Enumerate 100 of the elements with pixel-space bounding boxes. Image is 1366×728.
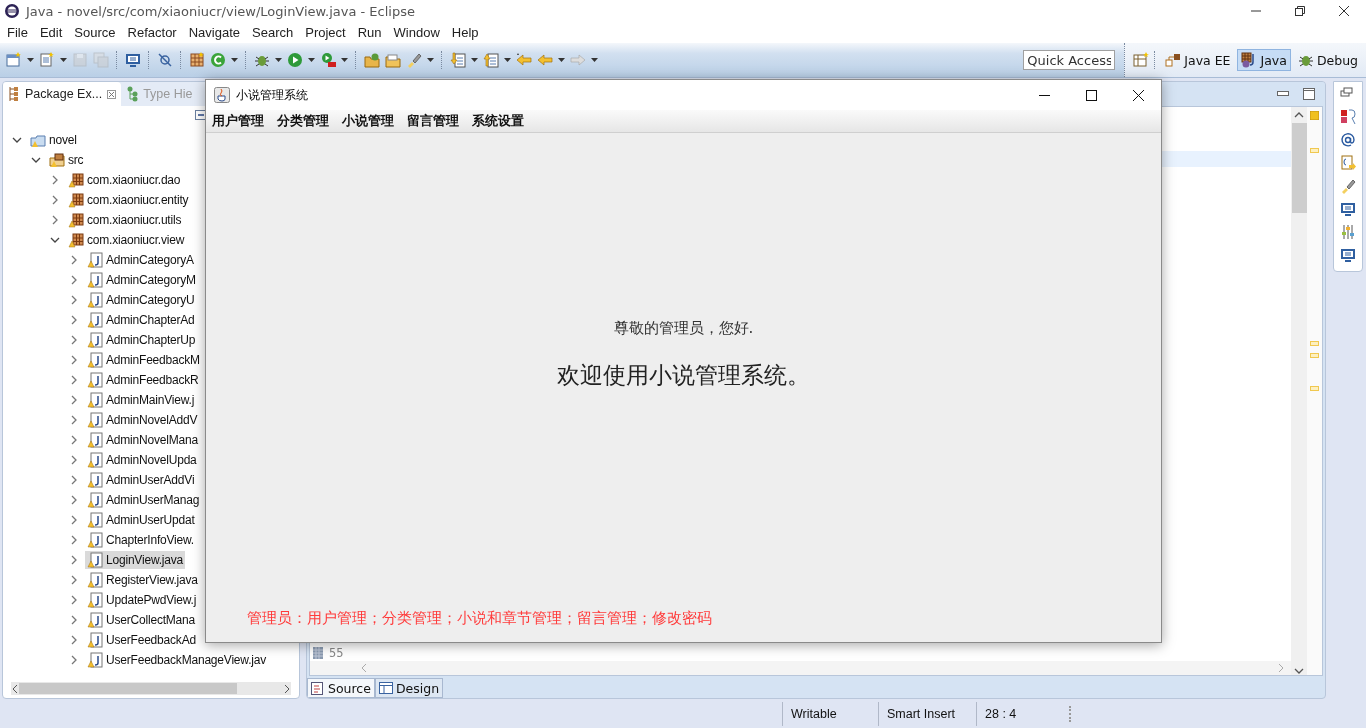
chevron-right-icon[interactable] (69, 355, 79, 365)
chevron-right-icon[interactable] (69, 415, 79, 425)
horizontal-scrollbar[interactable] (11, 682, 291, 695)
chevron-right-icon[interactable] (69, 495, 79, 505)
scroll-up-icon[interactable] (1294, 111, 1304, 119)
tree-item[interactable]: com.xiaoniucr.entity (66, 191, 191, 209)
menu-item[interactable]: Window (387, 22, 446, 43)
close-icon[interactable] (1133, 89, 1144, 101)
menu-item[interactable]: Source (68, 22, 122, 43)
quick-access-field[interactable]: Quick Access (1023, 50, 1116, 70)
editor-tab[interactable]: Source (307, 678, 375, 698)
tree-item[interactable]: AdminUserAddVi (85, 471, 197, 489)
chevron-right-icon[interactable] (69, 515, 79, 525)
chevron-right-icon[interactable] (69, 575, 79, 585)
chevron-down-icon[interactable] (50, 235, 60, 245)
chevron-right-icon[interactable] (69, 555, 79, 565)
tree-item[interactable]: com.xiaoniucr.view (66, 231, 187, 249)
perspective-button[interactable]: Java (1237, 49, 1291, 71)
menu-item[interactable]: Search (246, 22, 300, 43)
menu-item[interactable]: 小说管理 (341, 112, 401, 130)
chevron-right-icon[interactable] (69, 455, 79, 465)
maximize-icon[interactable] (1086, 89, 1097, 101)
chevron-right-icon[interactable] (50, 215, 60, 225)
scroll-down-icon[interactable] (1294, 667, 1304, 675)
chevron-right-icon[interactable] (69, 435, 79, 445)
doc-up-arrow-icon[interactable] (483, 52, 499, 68)
caret-icon[interactable] (471, 58, 478, 62)
caret-icon[interactable] (341, 58, 348, 62)
scroll-right-icon[interactable] (283, 683, 291, 694)
chevron-right-icon[interactable] (69, 395, 79, 405)
chevron-right-icon[interactable] (69, 635, 79, 645)
chevron-right-icon[interactable] (69, 655, 79, 665)
tree-item[interactable]: AdminNovelAddV (85, 411, 200, 429)
vertical-scrollbar[interactable] (1291, 107, 1307, 675)
package-grid-icon[interactable] (189, 52, 205, 68)
brush-icon[interactable] (406, 52, 422, 68)
menu-item[interactable]: Run (351, 22, 388, 43)
tree-item[interactable]: AdminChapterAd (85, 311, 197, 329)
menu-item[interactable]: Edit (33, 22, 69, 43)
menu-item[interactable]: Project (299, 22, 352, 43)
tree-item[interactable]: RegisterView.java (85, 571, 200, 589)
folder-globe-icon[interactable] (364, 52, 380, 68)
menu-item[interactable]: File (1, 22, 34, 43)
monitor-icon[interactable] (1340, 201, 1356, 217)
chevron-right-icon[interactable] (69, 615, 79, 625)
chevron-right-icon[interactable] (69, 595, 79, 605)
tree-item[interactable]: AdminMainView.j (85, 391, 197, 409)
restore-icon[interactable] (1295, 6, 1305, 16)
menu-item[interactable]: 用户管理 (211, 112, 271, 130)
play-toolbox-icon[interactable] (320, 52, 336, 68)
tree-item[interactable]: src (47, 151, 86, 169)
caret-icon[interactable] (558, 58, 565, 62)
scroll-thumb[interactable] (19, 683, 237, 694)
chevron-down-icon[interactable] (31, 155, 41, 165)
tree-item[interactable]: AdminCategoryM (85, 271, 198, 289)
scroll-left-icon[interactable] (11, 683, 19, 694)
tree-item[interactable]: UpdatePwdView.j (85, 591, 199, 609)
caret-icon[interactable] (308, 58, 315, 62)
tree-item[interactable]: AdminCategoryU (85, 291, 197, 309)
error-list-icon[interactable] (1340, 109, 1356, 125)
tree-item[interactable]: AdminNovelUpda (85, 451, 199, 469)
tree-item[interactable]: AdminFeedbackM (85, 351, 202, 369)
caret-icon[interactable] (591, 58, 598, 62)
open-perspective-icon[interactable] (1133, 52, 1150, 68)
menu-item[interactable]: 分类管理 (276, 112, 336, 130)
tree-item[interactable]: ChapterInfoView. (85, 531, 196, 549)
tree-item[interactable]: AdminChapterUp (85, 331, 198, 349)
tree-item[interactable]: AdminCategoryA (85, 251, 196, 269)
new-window-icon[interactable] (6, 52, 22, 68)
chevron-right-icon[interactable] (69, 315, 79, 325)
menu-item[interactable]: 系统设置 (471, 112, 531, 130)
view-tab[interactable]: Package Ex... (3, 82, 122, 106)
monitor-icon[interactable] (125, 52, 141, 68)
chevron-right-icon[interactable] (69, 475, 79, 485)
folder-icon[interactable] (385, 52, 401, 68)
chevron-right-icon[interactable] (69, 535, 79, 545)
play-icon[interactable] (287, 52, 303, 68)
tree-item[interactable]: UserFeedbackManageView.jav (85, 651, 268, 669)
close-icon[interactable] (1339, 6, 1349, 16)
tree-item[interactable]: AdminNovelMana (85, 431, 200, 449)
menu-item[interactable]: Navigate (182, 22, 246, 43)
chevron-right-icon[interactable] (69, 255, 79, 265)
sliders-icon[interactable] (1340, 224, 1356, 240)
tree-item[interactable]: LoginView.java (85, 551, 186, 569)
tree-item[interactable]: com.xiaoniucr.utils (66, 211, 184, 229)
tree-item[interactable]: novel (28, 131, 79, 149)
chevron-right-icon[interactable] (69, 335, 79, 345)
caret-icon[interactable] (231, 58, 238, 62)
tree-item[interactable]: UserFeedbackAd (85, 631, 198, 649)
caret-icon[interactable] (275, 58, 282, 62)
tree-item[interactable]: AdminUserUpdat (85, 511, 197, 529)
chevron-right-icon[interactable] (69, 295, 79, 305)
chevron-right-icon[interactable] (69, 275, 79, 285)
chevron-right-icon[interactable] (50, 175, 60, 185)
brush-icon[interactable] (1340, 178, 1356, 194)
at-sign-icon[interactable] (1340, 132, 1356, 148)
tree-item[interactable]: UserCollectMana (85, 611, 198, 629)
menu-item[interactable]: Refactor (121, 22, 183, 43)
tree-item[interactable]: AdminFeedbackR (85, 371, 201, 389)
doc-down-arrow-icon[interactable] (450, 52, 466, 68)
